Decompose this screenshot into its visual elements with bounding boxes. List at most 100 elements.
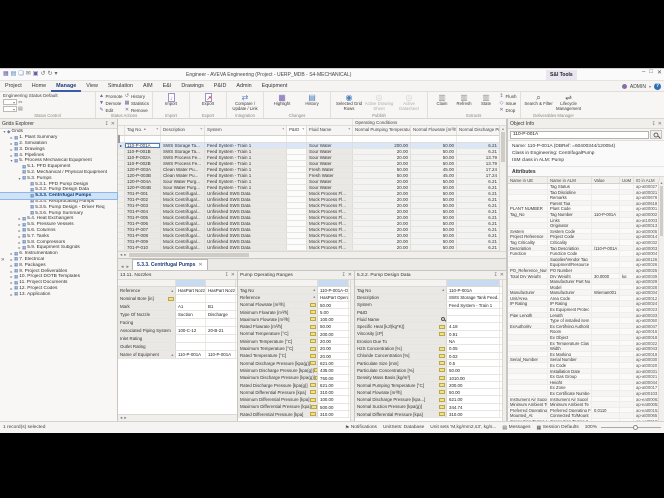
cell-value[interactable]: Discharge [206,311,236,318]
cell-value[interactable] [592,324,620,329]
cell-value[interactable]: NA [447,338,500,344]
filter-icon[interactable]: ▼ [348,127,351,131]
panel-row[interactable]: Normal Flowrate [m³/h] 50.00 [355,389,506,396]
panel-row[interactable]: Normal Differential Pressure [kpa] 310.0… [238,389,354,396]
cell-value[interactable]: 621.00 [447,396,500,402]
column-header-flowrate[interactable]: Normal Flowrate [m³/h] [411,126,457,135]
quick-access-icon[interactable]: ▣ [33,71,39,78]
cell-flowrate[interactable]: 50.00 [411,209,457,214]
cell-value[interactable] [592,385,620,390]
cell-value[interactable] [592,296,620,301]
ribbon-button[interactable]: ▤ History [297,93,327,107]
cell-pid[interactable] [287,173,307,178]
cell-value[interactable] [592,313,620,318]
panel-row[interactable]: Rated Discharge Pressure [kpa(g)] 621.00 [238,382,354,389]
ribbon-button[interactable]: Export [193,93,223,107]
cell-value[interactable] [592,262,620,267]
close-icon[interactable]: ✕ [658,121,662,127]
cell-value[interactable]: HasPart Operating [318,294,349,300]
cell-value[interactable] [447,309,500,315]
cell-value[interactable] [592,268,620,273]
cell-value[interactable]: 1010.00 [447,375,500,381]
cell-pid[interactable] [287,233,307,238]
cell-pressure[interactable]: 6.21 [457,233,499,238]
panel-row[interactable]: Tag No 110-P-001A [355,287,506,294]
cell-pid[interactable] [287,167,307,172]
cell-pid[interactable] [287,155,307,160]
cell-pid[interactable] [287,161,307,166]
cell-value[interactable]: 344.74 [447,404,500,410]
cell-value[interactable]: SWS Storage Tank Feed... [447,294,500,300]
panel-row[interactable]: Nominal Bore [in] [118,295,237,303]
cell-system[interactable]: Feed System - Train 1 [205,155,287,160]
cell-system[interactable]: Unfinished SWS Data [205,203,287,208]
panel-row[interactable]: Normal Flowrate [m³/h] 50.00 [238,302,354,309]
cell-value[interactable] [592,369,620,374]
cell-flowrate[interactable]: 50.00 [411,215,457,220]
panel-row[interactable]: Minimum Flowrate [m³/h] 5.00 [238,309,354,316]
ribbon-button[interactable]: ▥ Refresh [453,93,475,107]
panel-row[interactable]: Description SWS Storage Tank Feed... [355,294,506,301]
cell-pid[interactable] [287,185,307,190]
cell-value[interactable]: 110-P-001A [206,351,236,358]
cell-temperature[interactable]: 20.00 [353,239,411,244]
cell-flowrate[interactable]: 50.00 [411,245,457,250]
cell-system[interactable]: Unfinished SWS Data [205,191,287,196]
ribbon-button[interactable]: ⇄ Compare / Update / Link [230,93,260,112]
quick-access-icon[interactable]: ✉ [26,71,31,78]
cell-fluid[interactable]: Sour Water [307,161,353,166]
close-icon[interactable]: ✕ [657,69,662,76]
maximize-icon[interactable]: □ [649,69,653,76]
cell-temperature[interactable]: 20.00 [353,149,411,154]
cell-value[interactable] [592,234,620,239]
cell-value[interactable] [206,343,236,350]
panel-row[interactable]: Erosion Due To NA [355,338,506,345]
cell-fluid[interactable]: Mock Process Fl... [307,233,353,238]
cell-tag[interactable]: 120-P-003A [125,167,161,172]
ribbon-tab[interactable]: E&I [158,81,177,92]
cell-value[interactable] [592,397,620,402]
ribbon-tab[interactable]: Equipment [257,81,293,92]
cell-description[interactable]: Mock Centrifugal... [161,197,205,202]
cell-fluid[interactable]: Sour Water [307,143,353,148]
panel-row[interactable]: P&ID [355,309,506,316]
scrollbar-thumb[interactable] [501,132,505,162]
cell-value[interactable]: 110-P-001A [176,351,206,358]
tab-scroll-left-icon[interactable]: ◂ [118,264,127,270]
cell-flowrate[interactable]: 45.00 [411,167,457,172]
cell-value[interactable]: 5.00 [318,309,349,315]
cell-value[interactable] [592,363,620,368]
cell-description[interactable]: SWS Process Fe... [161,155,205,160]
cell-value[interactable] [206,295,236,302]
filter-icon[interactable]: ▼ [156,127,159,131]
cell-pid[interactable] [287,209,307,214]
notifications-label[interactable]: Notifications [351,425,377,430]
panel-row[interactable]: Specific Heat [kJ/(kg*K)] 4.18 [355,323,506,330]
help-icon[interactable]: ? [654,83,661,90]
panel-row[interactable]: Minimum Differential Pressure [kpa] 100.… [238,396,354,403]
cell-value[interactable] [592,341,620,346]
cell-pressure[interactable]: 6.21 [457,185,499,190]
cell-system[interactable]: Unfinished SWS Data [205,227,287,232]
cell-value[interactable]: 760.00 [318,375,349,381]
session-defaults-label[interactable]: Session Defaults [543,425,579,430]
cell-pressure[interactable]: 6.21 [457,209,499,214]
cell-fluid[interactable]: Mock Process Fl... [307,239,353,244]
cell-temperature[interactable]: 20.00 [353,209,411,214]
cell-system[interactable]: Feed System - Train 1 [205,161,287,166]
panel-row[interactable]: Facing [118,319,237,327]
cell-temperature[interactable]: 20.00 [353,161,411,166]
cell-tag[interactable]: 701-P-003 [125,203,161,208]
cell-temperature[interactable]: 50.00 [353,173,411,178]
zoom-slider[interactable] [601,427,661,428]
panel-row[interactable]: Rated Flowrate [m³/h] 50.00 [238,323,354,330]
cell-value[interactable]: 621.00 [318,382,349,388]
cell-tag[interactable]: 701-P-008 [125,233,161,238]
cell-value[interactable] [592,201,620,206]
quick-access-icon[interactable]: ▤ [11,71,17,78]
panel-row[interactable]: Normal Temperature [°C] 200.00 [238,331,354,338]
cell-temperature[interactable]: 20.00 [353,179,411,184]
cell-flowrate[interactable]: 50.00 [411,179,457,184]
chevron-down-icon[interactable]: ▾ [649,84,651,89]
cell-value[interactable] [592,285,620,290]
